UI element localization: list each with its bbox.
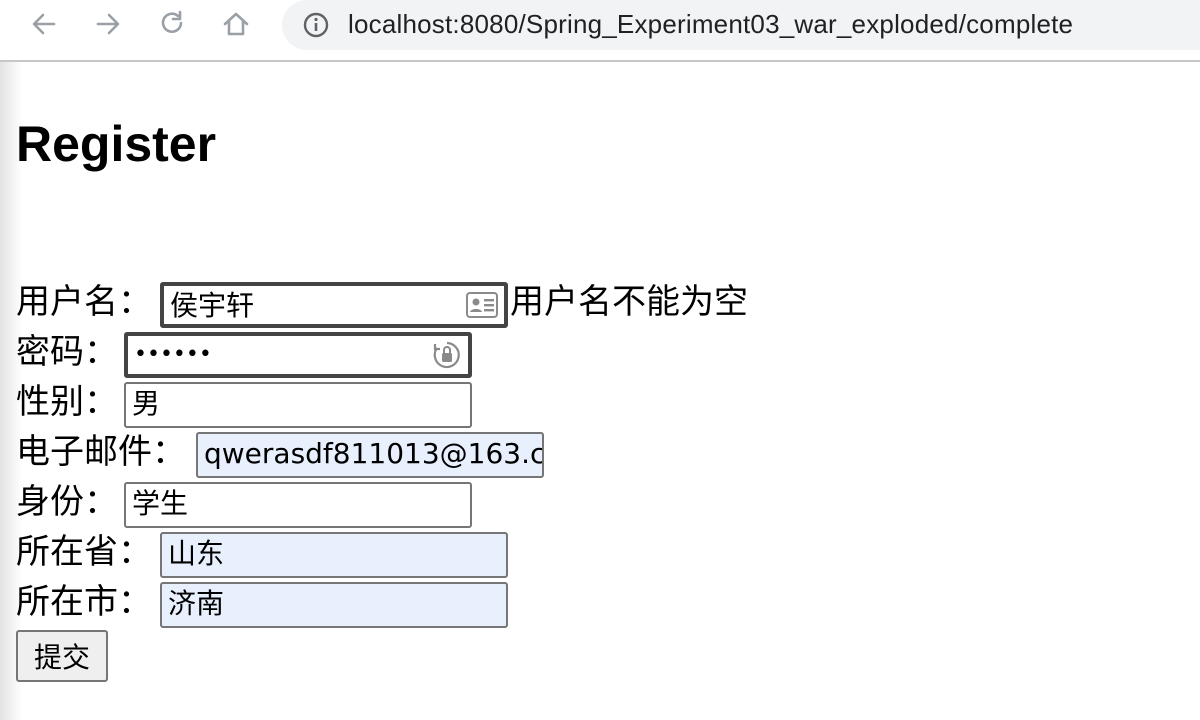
forward-button[interactable] (90, 6, 126, 42)
info-icon[interactable] (302, 11, 330, 39)
back-button[interactable] (26, 6, 62, 42)
email-label: 电子邮件： (16, 432, 186, 472)
browser-toolbar: localhost:8080/Spring_Experiment03_war_e… (0, 0, 1200, 62)
username-error: 用户名不能为空 (510, 282, 748, 322)
reload-button[interactable] (154, 6, 190, 42)
page-title: Register (16, 116, 217, 172)
province-input[interactable]: 山东 (160, 532, 508, 578)
email-value: qwerasdf811013@163.com (204, 437, 544, 470)
password-key-icon[interactable] (432, 340, 462, 370)
submit-button[interactable]: 提交 (16, 630, 108, 682)
identity-input[interactable]: 学生 (124, 482, 472, 528)
username-label: 用户名： (16, 282, 152, 322)
email-input[interactable]: qwerasdf811013@163.com (196, 432, 544, 478)
home-button[interactable] (218, 6, 254, 42)
username-input[interactable]: 侯宇轩 (160, 282, 508, 328)
url-text: localhost:8080/Spring_Experiment03_war_e… (348, 9, 1074, 39)
home-icon (223, 12, 249, 36)
identity-value: 学生 (132, 487, 189, 520)
arrow-right-icon (96, 13, 120, 35)
province-label: 所在省： (16, 532, 152, 572)
username-value: 侯宇轩 (170, 289, 255, 322)
address-bar[interactable]: localhost:8080/Spring_Experiment03_war_e… (282, 0, 1200, 50)
gender-label: 性别： (16, 382, 118, 422)
password-input[interactable]: •••••• (124, 332, 472, 378)
contact-card-icon[interactable] (466, 292, 498, 318)
password-value: •••••• (134, 342, 212, 367)
city-value: 济南 (168, 587, 225, 620)
page-content: Register 用户名： 侯宇轩 用户名不能为空 密码： •••••• 性别：… (0, 62, 1200, 720)
password-label: 密码： (16, 332, 118, 372)
arrow-left-icon (32, 13, 56, 35)
city-input[interactable]: 济南 (160, 582, 508, 628)
gender-input[interactable]: 男 (124, 382, 472, 428)
identity-label: 身份： (16, 482, 118, 522)
reload-icon (161, 10, 183, 33)
city-label: 所在市： (16, 582, 152, 622)
gender-value: 男 (132, 387, 161, 420)
province-value: 山东 (168, 537, 225, 570)
